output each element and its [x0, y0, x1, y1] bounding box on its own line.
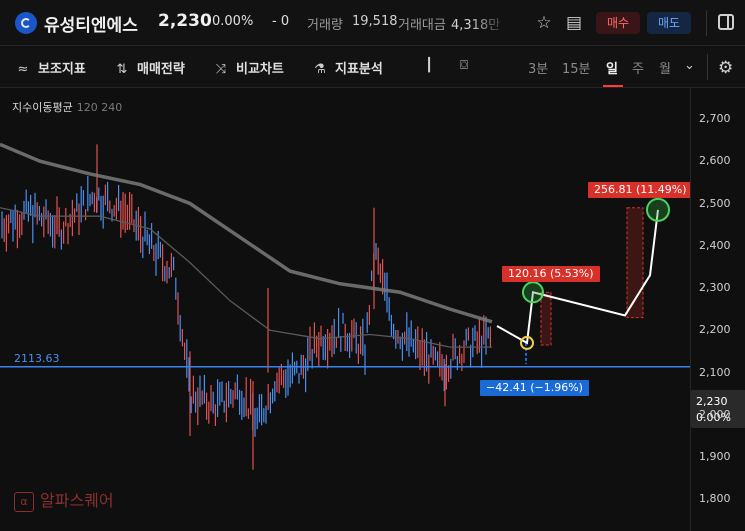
ema-120-line [0, 207, 492, 348]
chevron-down-icon[interactable]: ⌄ [684, 58, 695, 73]
price-chart[interactable] [0, 88, 690, 531]
timeframe-week[interactable]: 주 [632, 58, 644, 77]
change-absolute: - 0 [272, 14, 290, 29]
y-tick-label: 1,800 [699, 492, 731, 506]
company-logo-icon [15, 12, 37, 34]
measure-label-down: −42.41 (−1.96%) [480, 380, 589, 396]
horizontal-line-label: 2113.63 [14, 352, 60, 365]
divider [707, 54, 708, 80]
y-tick-label: 2,200 [699, 323, 731, 337]
sell-button[interactable]: 매도 [647, 12, 691, 34]
stock-name[interactable]: 유성티엔에스 [44, 11, 138, 36]
timeframe-month[interactable]: 월 [659, 58, 671, 77]
analysis-tool-button[interactable]: ⚗ 지표분석 [311, 58, 383, 77]
y-tick-label: 2,500 [699, 196, 731, 210]
analysis-icon: ⚗ [314, 62, 326, 77]
star-icon[interactable]: ☆ [533, 12, 555, 34]
strategy-tool-button[interactable]: ⇅ 매매전략 [113, 58, 185, 77]
change-percent: 0.00% [212, 14, 254, 29]
timeframe-day[interactable]: 일 [606, 58, 618, 77]
indicator-legend[interactable]: 지수이동평균 120 240 [12, 99, 122, 115]
y-tick-label: 2,600 [699, 154, 731, 168]
indicator-tool-button[interactable]: ≈ 보조지표 [14, 58, 86, 77]
compare-tool-button[interactable]: ⤨ 비교차트 [212, 58, 284, 77]
camera-icon[interactable]: ⌼ [455, 58, 479, 73]
target-2-marker [646, 197, 670, 222]
chart-toolbar: ≈ 보조지표 ⇅ 매매전략 ⤨ 비교차트 ⚗ 지표분석 ┃ ⌼ 3분 15분 일 주 월… [0, 46, 745, 88]
buy-button[interactable]: 매수 [596, 12, 640, 34]
y-tick-label: 1,900 [699, 450, 731, 463]
y-tick-label: 2,000 [699, 407, 731, 421]
divider [706, 10, 707, 36]
strategy-icon: ⇅ [116, 62, 128, 77]
timeframe-3min[interactable]: 3분 [528, 58, 548, 77]
stock-price: 2,230 [158, 11, 212, 31]
watermark: α 알파스퀘어 [14, 487, 114, 512]
y-tick-label: 2,700 [699, 112, 731, 125]
measure-box-mid [540, 291, 552, 346]
measure-label-mid: 120.16 (5.53%) [502, 266, 600, 282]
indicator-icon: ≈ [17, 62, 29, 77]
price-axis[interactable]: 2,230 0.00% 2,700 2,600 2,500 2,400 2,300 2,2… [690, 88, 745, 531]
top-bar: 유성티엔에스 2,230 0.00% - 0 거래량 19,518 거래대금 4… [0, 0, 745, 46]
y-tick-label: 2,100 [699, 365, 731, 379]
compare-icon: ⤨ [215, 62, 227, 77]
ema-240-line [0, 142, 493, 324]
ticker-fade [470, 0, 525, 45]
y-tick-label: 2,400 [699, 238, 731, 252]
alpha-logo-icon: α [14, 491, 34, 512]
y-tick-label: 2,300 [699, 281, 731, 294]
target-1-marker [522, 281, 544, 304]
active-timeframe-indicator [603, 85, 623, 87]
volume-label: 거래량 [307, 18, 343, 33]
panel-layout-icon[interactable] [718, 14, 734, 30]
candlestick-icon[interactable]: ┃ [420, 58, 444, 73]
volume-value: 19,518 [352, 14, 398, 29]
gear-icon[interactable]: ⚙ [718, 58, 733, 78]
measure-label-large: 256.81 (11.49%) [588, 182, 693, 198]
amount-label: 거래대금 [398, 18, 446, 33]
clipboard-icon[interactable]: ▤ [563, 12, 585, 34]
timeframe-15min[interactable]: 15분 [562, 58, 591, 77]
